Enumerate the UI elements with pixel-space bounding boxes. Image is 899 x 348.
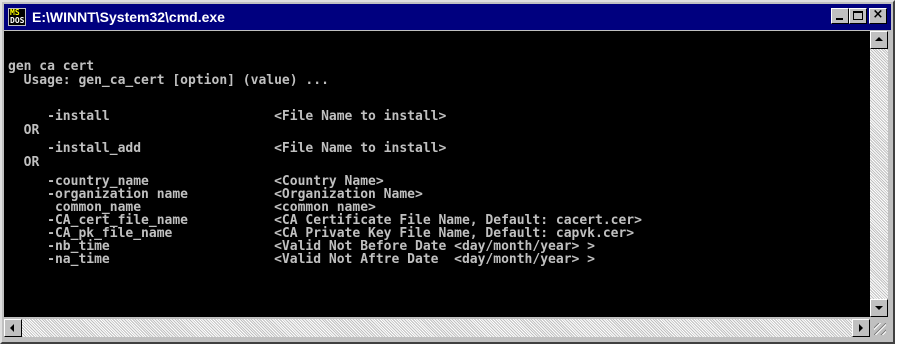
scroll-right-button[interactable] (852, 319, 870, 337)
title-bar[interactable]: MS DOS E:\WINNT\System32\cmd.exe × (4, 4, 891, 30)
console-line: -na_time <Valid Not Aftre Date <day/mont… (8, 252, 595, 267)
size-grip[interactable] (870, 319, 888, 337)
vertical-scrollbar[interactable] (870, 31, 888, 317)
maximize-icon (853, 11, 863, 20)
console-line: Usage: gen_ca_cert [option] (value) ... (8, 73, 329, 88)
arrow-up-icon (875, 37, 883, 41)
arrow-right-icon (859, 324, 863, 332)
minimize-icon (836, 18, 843, 20)
console-line: gen ca cert (8, 59, 95, 74)
arrow-left-icon (10, 324, 14, 332)
horizontal-scrollbar[interactable] (4, 319, 870, 337)
close-icon: × (872, 7, 884, 22)
arrow-down-icon (875, 306, 883, 310)
close-button[interactable]: × (869, 7, 887, 24)
console-line: -install <File Name to install> (8, 109, 447, 124)
scroll-up-button[interactable] (870, 31, 888, 49)
maximize-button[interactable] (849, 8, 867, 24)
console-output[interactable]: gen ca cert Usage: gen_ca_cert [option] … (4, 31, 870, 317)
scroll-down-button[interactable] (870, 299, 888, 317)
window-title: E:\WINNT\System32\cmd.exe (32, 9, 225, 25)
resize-grip-icon (874, 323, 886, 335)
ms-dos-icon[interactable]: MS DOS (8, 8, 26, 26)
console-line: -install_add <File Name to install> (8, 141, 447, 156)
minimize-button[interactable] (831, 8, 849, 24)
console-line: OR (8, 155, 40, 170)
scroll-left-button[interactable] (4, 319, 22, 337)
console-line: OR (8, 123, 40, 138)
